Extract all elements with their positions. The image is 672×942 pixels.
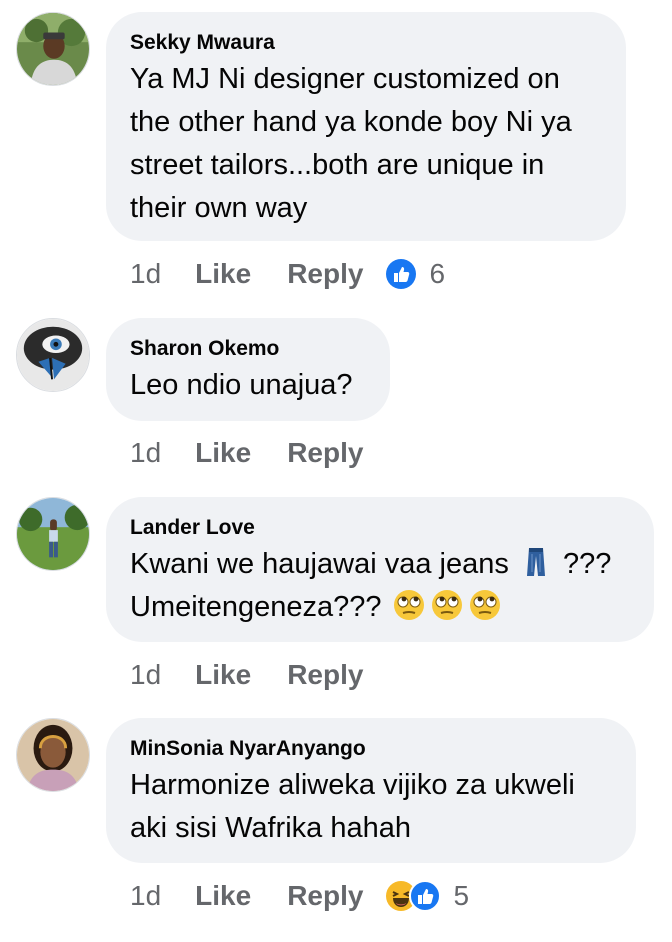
comment-text-line1-end: ??? (554, 548, 612, 580)
comment-text-line1-start: Kwani we haujawai vaa jeans (130, 548, 517, 580)
comment-text: Harmonize aliweka vijiko za ukweli aki s… (130, 769, 575, 844)
avatar[interactable] (16, 12, 90, 86)
like-button[interactable]: Like (195, 880, 251, 912)
reply-button[interactable]: Reply (287, 659, 363, 691)
comment-text: Kwani we haujawai vaa jeans ??? Umeitenge… (130, 543, 628, 629)
like-reaction-icon (385, 258, 417, 290)
comment-actions: 1d Like Reply (130, 433, 385, 473)
comment-timestamp[interactable]: 1d (130, 659, 161, 691)
reply-button[interactable]: Reply (287, 437, 363, 469)
eye-roll-emoji-icon (468, 588, 502, 622)
comment-author[interactable]: Sharon Okemo (130, 336, 364, 362)
reaction-summary[interactable]: 5 (385, 880, 469, 912)
comment-author[interactable]: Sekky Mwaura (130, 30, 600, 56)
comment-text-line2: Umeitengeneza??? (130, 591, 390, 623)
comment-bubble: Sharon Okemo Leo ndio unajua? (106, 318, 390, 421)
like-button[interactable]: Like (195, 437, 251, 469)
avatar[interactable] (16, 497, 90, 571)
like-reaction-icon (409, 880, 442, 912)
comment-author[interactable]: MinSonia NyarAnyango (130, 736, 610, 762)
eye-roll-emoji-icon (430, 588, 464, 622)
comment-bubble: Lander Love Kwani we haujawai vaa jeans … (106, 497, 654, 642)
avatar[interactable] (16, 718, 90, 792)
reaction-summary[interactable]: 6 (385, 258, 445, 290)
reply-button[interactable]: Reply (287, 880, 363, 912)
reaction-count: 6 (429, 258, 446, 289)
comment-timestamp[interactable]: 1d (130, 437, 161, 469)
comment-bubble: Sekky Mwaura Ya MJ Ni designer customize… (106, 12, 626, 241)
avatar[interactable] (16, 318, 90, 392)
reaction-count: 5 (453, 880, 470, 911)
comment-timestamp[interactable]: 1d (130, 880, 161, 912)
comment-text: Ya MJ Ni designer customized on the othe… (130, 63, 572, 224)
like-button[interactable]: Like (195, 659, 251, 691)
comment-bubble: MinSonia NyarAnyango Harmonize aliweka v… (106, 718, 636, 863)
comment-timestamp[interactable]: 1d (130, 258, 161, 290)
comment-actions: 1d Like Reply 5 (130, 876, 469, 916)
like-button[interactable]: Like (195, 258, 251, 290)
jeans-emoji-icon (519, 545, 553, 579)
comment-actions: 1d Like Reply (130, 655, 385, 695)
comment-actions: 1d Like Reply 6 (130, 254, 445, 294)
reply-button[interactable]: Reply (287, 258, 363, 290)
eye-roll-emoji-icon (392, 588, 426, 622)
comment-author[interactable]: Lander Love (130, 515, 628, 541)
comment-text: Leo ndio unajua? (130, 369, 353, 401)
